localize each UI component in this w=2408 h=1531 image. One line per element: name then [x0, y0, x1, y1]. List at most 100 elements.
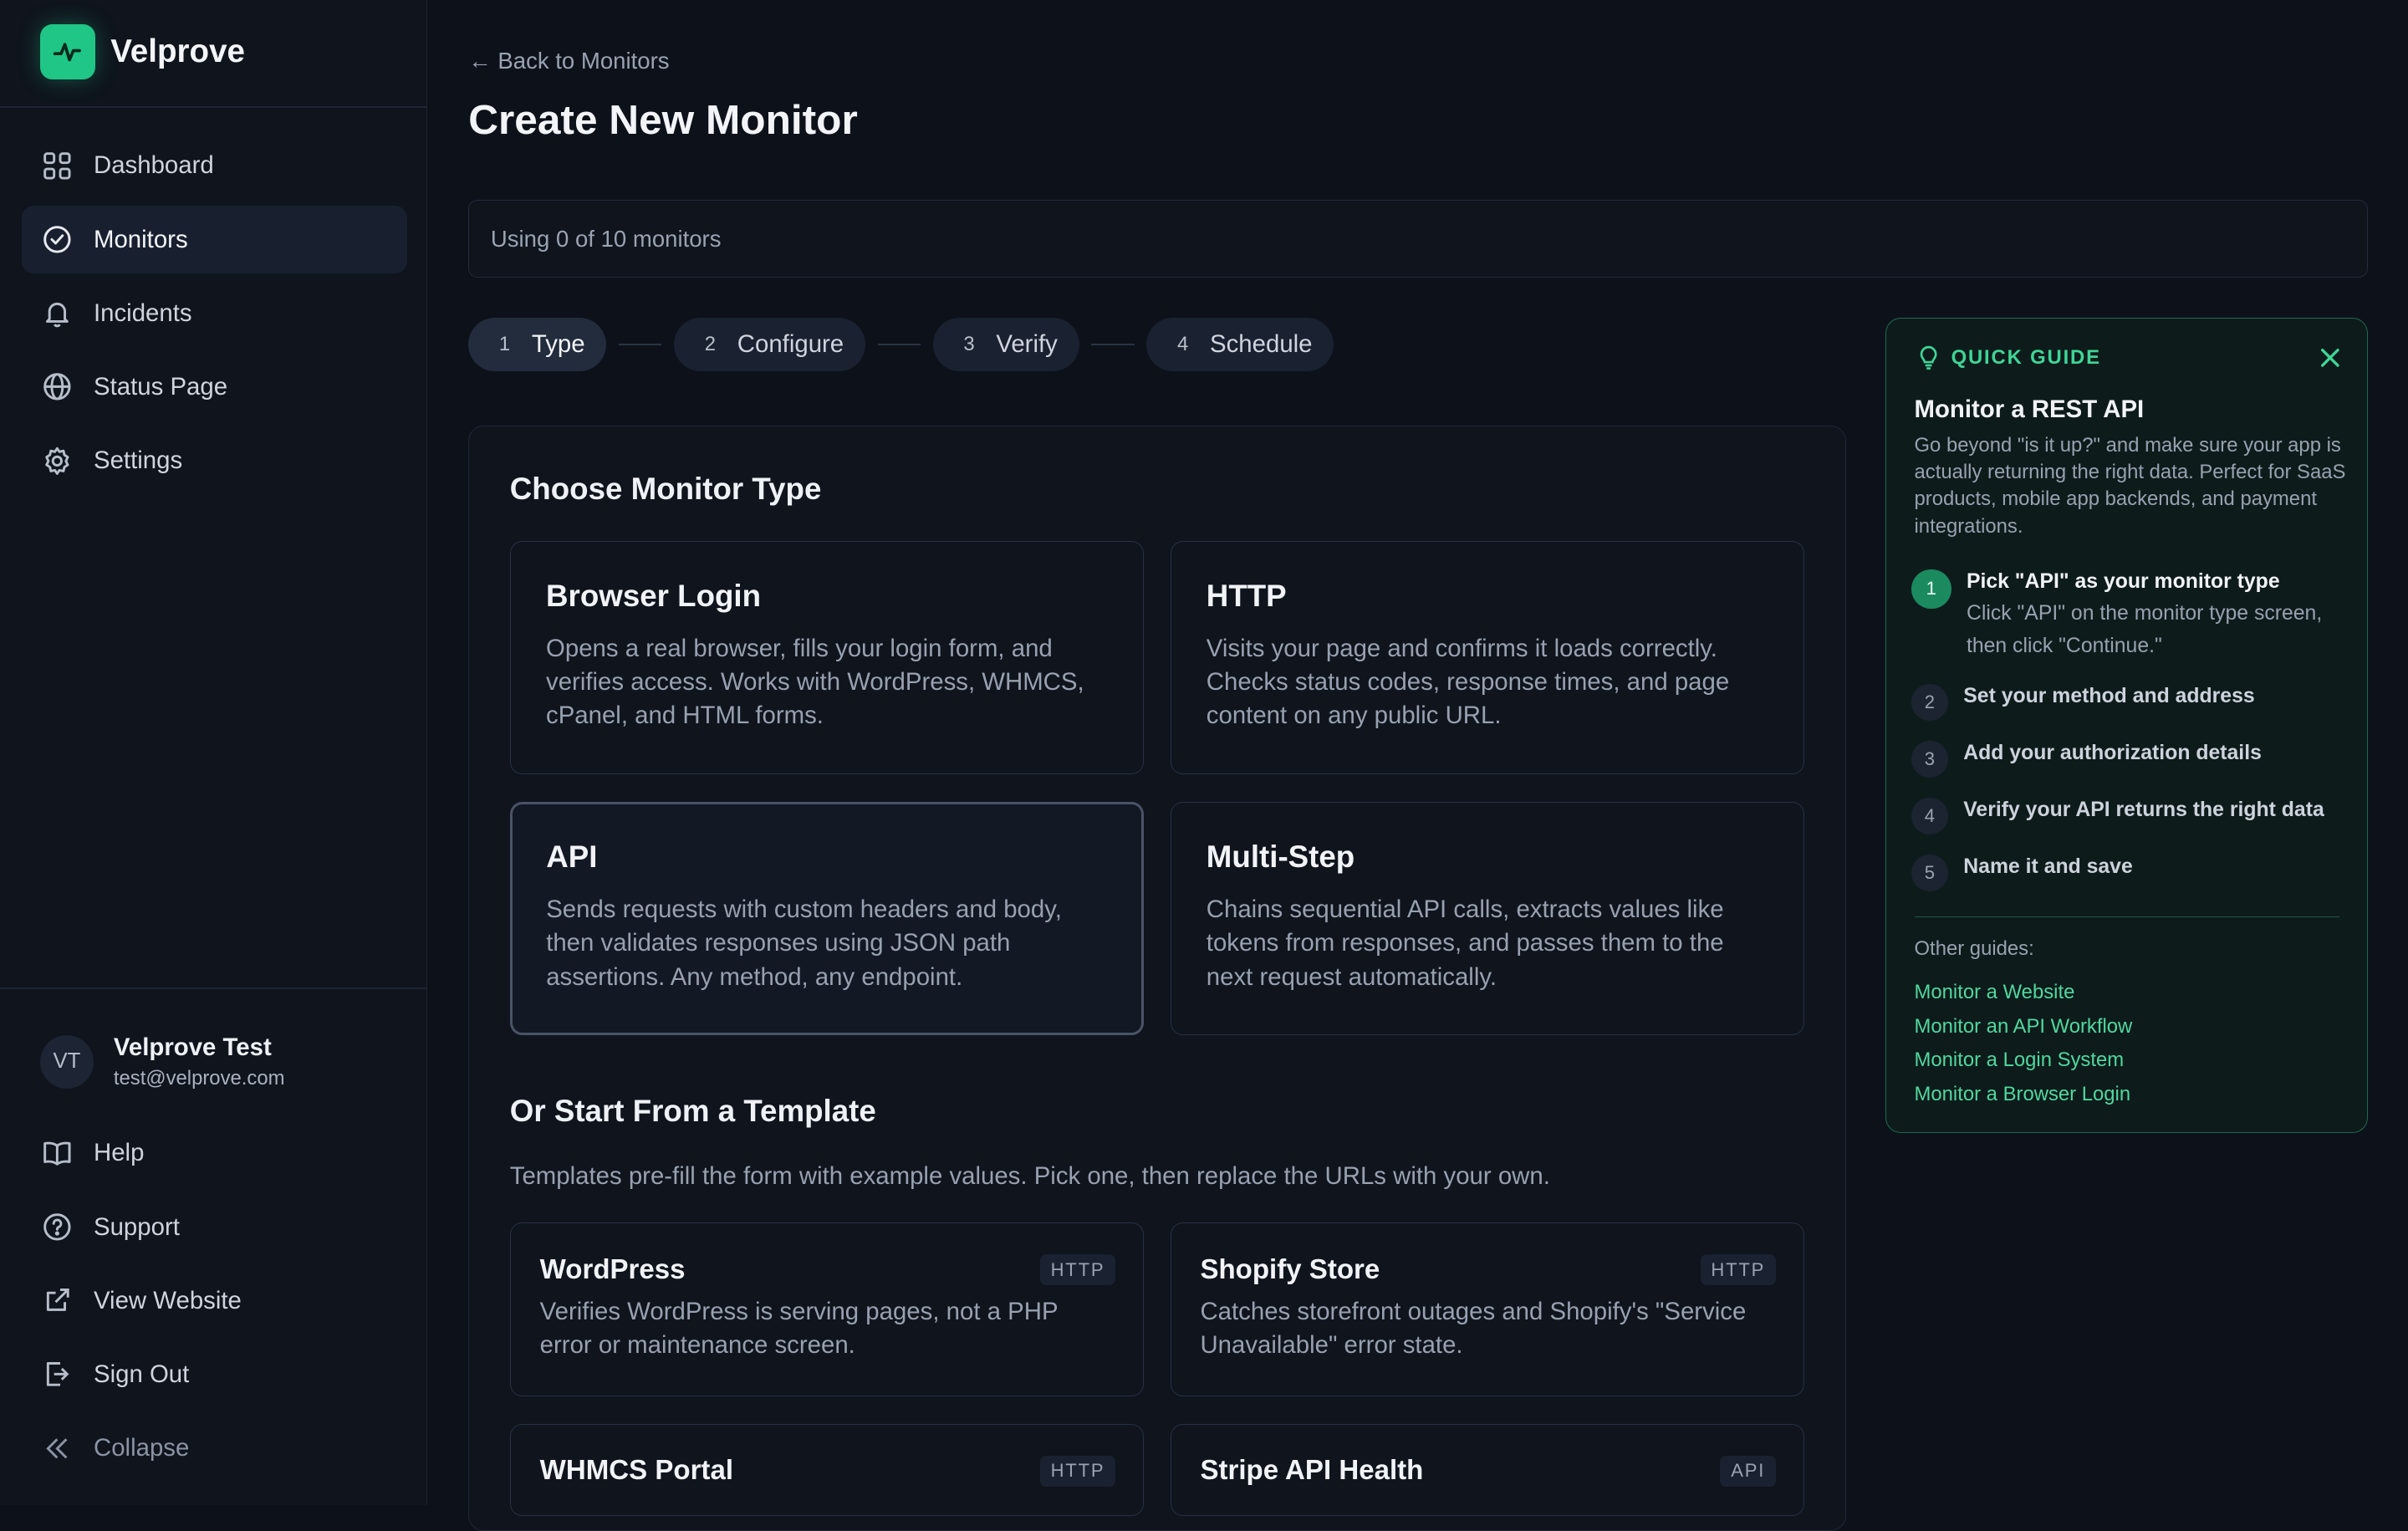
guide-step-title: Verify your API returns the right data — [1963, 799, 2324, 822]
monitor-type-heading: Choose Monitor Type — [509, 471, 822, 506]
brand-name: Velprove — [110, 33, 245, 70]
bell-icon — [45, 303, 69, 328]
card-description: Sends requests with custom headers and b… — [546, 896, 1062, 991]
guide-step-4: 4 Verify your API returns the right data — [1911, 796, 2357, 835]
sidebar-item-status-page[interactable]: Status Page — [22, 353, 407, 421]
step-type[interactable]: 1 Type — [468, 318, 607, 372]
step-connector — [618, 344, 662, 346]
template-intro: Templates pre-fill the form with example… — [509, 1162, 1550, 1191]
guide-step-5: 5 Name it and save — [1911, 853, 2357, 892]
monitor-type-api[interactable]: API Sends requests with custom headers a… — [509, 801, 1145, 1035]
page-title: Create New Monitor — [468, 95, 858, 143]
step-number: 3 — [963, 333, 975, 356]
guide-step-number: 1 — [1911, 569, 1951, 610]
step-number: 1 — [498, 333, 511, 356]
bottom-nav: Help Support View Website Sign Out Colla… — [22, 1120, 407, 1488]
card-title: Multi-Step — [1206, 839, 1355, 874]
support-link[interactable]: Support — [22, 1193, 407, 1261]
usage-banner: Using 0 of 10 monitors — [468, 199, 2369, 278]
template-title: Stripe API Health — [1200, 1455, 1424, 1487]
card-description: Chains sequential API calls, extracts va… — [1206, 895, 1724, 991]
sidebar-divider — [0, 105, 427, 108]
step-connector — [1091, 344, 1135, 346]
wizard-stepper: 1 Type 2 Configure 3 Verify 4 Schedule — [468, 318, 1334, 372]
guide-link-api-workflow[interactable]: Monitor an API Workflow — [1915, 1010, 2133, 1044]
brand[interactable]: Velprove — [39, 24, 245, 80]
user-profile[interactable]: VT Velprove Test test@velprove.com — [39, 1033, 284, 1090]
monitor-type-http[interactable]: HTTP Visits your page and confirms it lo… — [1170, 540, 1805, 774]
card-title: HTTP — [1206, 578, 1287, 613]
log-out-icon — [46, 1362, 69, 1387]
book-icon — [43, 1141, 71, 1166]
help-link[interactable]: Help — [22, 1120, 407, 1187]
step-number: 2 — [704, 333, 717, 356]
guide-step-title: Add your authorization details — [1963, 742, 2262, 765]
app-root: Velprove Dashboard Monitors Incidents St… — [0, 0, 2408, 1531]
user-name: Velprove Test — [113, 1033, 272, 1062]
step-verify[interactable]: 3 Verify — [932, 318, 1079, 372]
sidebar-item-label: Incidents — [94, 299, 192, 327]
template-shopify-store[interactable]: Shopify Store HTTP Catches storefront ou… — [1170, 1222, 1805, 1396]
template-heading: Or Start From a Template — [509, 1093, 876, 1128]
template-whmcs-portal[interactable]: WHMCS Portal HTTP — [509, 1423, 1145, 1516]
guide-step-detail: Click "API" on the monitor type screen, … — [1966, 602, 2323, 658]
other-guides-label: Other guides: — [1914, 937, 2034, 961]
sidebar-item-incidents[interactable]: Incidents — [22, 279, 407, 347]
help-label: Help — [94, 1139, 145, 1167]
step-number: 4 — [1177, 333, 1189, 356]
support-label: Support — [94, 1212, 180, 1241]
card-title: Browser Login — [546, 578, 762, 613]
step-connector — [877, 344, 921, 346]
back-to-monitors-link[interactable]: ← Back to Monitors — [468, 48, 669, 74]
guide-step-1: 1 Pick "API" as your monitor type Click … — [1911, 568, 2357, 663]
step-configure[interactable]: 2 Configure — [674, 318, 865, 372]
monitor-type-multi-step[interactable]: Multi-Step Chains sequential API calls, … — [1170, 801, 1805, 1035]
sidebar-item-dashboard[interactable]: Dashboard — [22, 132, 407, 200]
template-description: Catches storefront outages and Shopify's… — [1200, 1297, 1747, 1360]
step-label: Type — [531, 330, 585, 359]
sign-out-label: Sign Out — [94, 1360, 190, 1388]
card-description: Visits your page and confirms it loads c… — [1206, 634, 1730, 730]
collapse-button[interactable]: Collapse — [22, 1415, 407, 1483]
template-type-badge: HTTP — [1700, 1254, 1777, 1286]
guide-title: Monitor a REST API — [1914, 396, 2145, 424]
template-description: Verifies WordPress is serving pages, not… — [539, 1297, 1059, 1360]
collapse-label: Collapse — [94, 1433, 190, 1462]
sidebar-item-label: Settings — [94, 446, 183, 474]
template-stripe-api-health[interactable]: Stripe API Health API — [1170, 1423, 1805, 1516]
activity-logo-icon — [39, 24, 95, 80]
lightbulb-icon — [1921, 346, 1937, 370]
sidebar-item-monitors[interactable]: Monitors — [21, 206, 407, 273]
guide-link-login-system[interactable]: Monitor a Login System — [1915, 1044, 2133, 1077]
help-circle-icon — [43, 1213, 71, 1241]
close-icon[interactable] — [2319, 346, 2341, 375]
sidebar-item-label: Monitors — [94, 225, 188, 253]
main-nav: Dashboard Monitors Incidents Status Page… — [21, 132, 407, 501]
guide-description: Go beyond "is it up?" and make sure your… — [1914, 434, 2346, 538]
card-title: API — [546, 839, 598, 874]
guide-step-number: 4 — [1911, 798, 1948, 835]
guide-step-3: 3 Add your authorization details — [1911, 739, 2357, 778]
guide-step-number: 5 — [1911, 855, 1948, 892]
view-website-label: View Website — [94, 1286, 242, 1314]
guide-step-title: Name it and save — [1963, 855, 2133, 879]
template-title: WHMCS Portal — [539, 1455, 734, 1487]
monitor-type-browser-login[interactable]: Browser Login Opens a real browser, fill… — [509, 540, 1145, 774]
check-circle-icon — [43, 226, 71, 253]
guide-link-browser-login[interactable]: Monitor a Browser Login — [1915, 1078, 2133, 1111]
guide-divider — [1914, 916, 2340, 918]
template-wordpress[interactable]: WordPress HTTP Verifies WordPress is ser… — [509, 1222, 1145, 1396]
guide-step-title: Set your method and address — [1963, 685, 2255, 708]
step-schedule[interactable]: 4 Schedule — [1146, 318, 1334, 372]
sign-out-button[interactable]: Sign Out — [22, 1340, 407, 1408]
guide-step-2: 2 Set your method and address — [1911, 682, 2357, 722]
sidebar-item-settings[interactable]: Settings — [22, 427, 407, 495]
guide-step-number: 3 — [1911, 741, 1948, 778]
template-title: Shopify Store — [1200, 1253, 1380, 1285]
guide-link-website[interactable]: Monitor a Website — [1915, 976, 2133, 1009]
sidebar-item-label: Status Page — [94, 372, 228, 401]
template-type-badge: API — [1720, 1455, 1777, 1487]
card-description: Opens a real browser, fills your login f… — [546, 634, 1084, 730]
template-type-badge: HTTP — [1039, 1455, 1116, 1487]
view-website-link[interactable]: View Website — [22, 1267, 407, 1335]
